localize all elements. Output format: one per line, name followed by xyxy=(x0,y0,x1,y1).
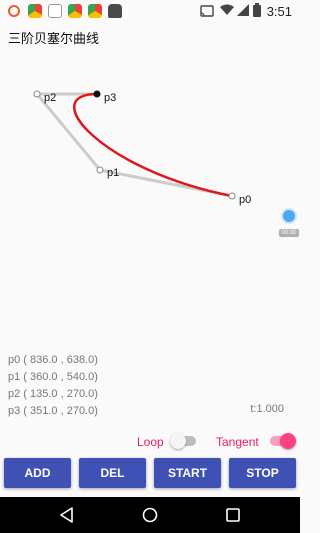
back-icon[interactable] xyxy=(58,506,76,524)
curve-end-marker xyxy=(93,90,101,98)
add-button[interactable]: ADD xyxy=(4,458,71,488)
point-label-p0: p0 xyxy=(239,194,251,206)
control-point-p1[interactable] xyxy=(96,166,104,174)
control-polygon xyxy=(33,92,233,198)
floating-ball-label: 00:00 xyxy=(279,229,299,237)
control-point-p2[interactable] xyxy=(33,90,41,98)
chrome-icon xyxy=(28,4,42,18)
loop-label: Loop xyxy=(137,435,164,449)
status-bar: 3:51 xyxy=(0,0,300,24)
navigation-bar xyxy=(0,497,300,533)
coord-p2: p2 ( 135.0 , 270.0) xyxy=(8,388,98,400)
white-square-icon xyxy=(48,4,62,18)
tangent-switch[interactable] xyxy=(270,433,296,449)
battery-icon xyxy=(253,3,261,17)
coordinates-list: p0 ( 836.0 , 638.0) p1 ( 360.0 , 540.0) … xyxy=(8,352,98,420)
chrome-icon xyxy=(88,4,102,18)
point-label-p1: p1 xyxy=(107,167,119,179)
home-icon[interactable] xyxy=(141,506,159,524)
control-point-p0[interactable] xyxy=(228,192,236,200)
cast-icon xyxy=(200,5,214,17)
bezier-canvas[interactable]: p0 p1 p2 p3 xyxy=(0,48,300,340)
status-time: 3:51 xyxy=(266,4,292,19)
start-button[interactable]: START xyxy=(154,458,221,488)
tangent-switch-thumb xyxy=(280,433,296,449)
page-title: 三阶贝塞尔曲线 xyxy=(8,31,100,46)
coord-p0: p0 ( 836.0 , 638.0) xyxy=(8,354,98,366)
android-icon xyxy=(108,4,122,18)
point-label-p3: p3 xyxy=(104,92,116,104)
loop-switch-thumb xyxy=(170,433,186,449)
tangent-label: Tangent xyxy=(216,435,259,449)
loop-switch[interactable] xyxy=(170,433,196,449)
point-label-p2: p2 xyxy=(44,92,56,104)
wifi-icon xyxy=(220,4,234,15)
signal-icon xyxy=(237,4,249,16)
coord-p3: p3 ( 351.0 , 270.0) xyxy=(8,405,98,417)
stop-button[interactable]: STOP xyxy=(229,458,296,488)
chrome-icon xyxy=(68,4,82,18)
coord-p1: p1 ( 360.0 , 540.0) xyxy=(8,371,98,383)
recents-icon[interactable] xyxy=(225,507,241,523)
android-icon xyxy=(8,5,20,17)
t-value: t:1.000 xyxy=(250,403,284,415)
del-button[interactable]: DEL xyxy=(79,458,146,488)
floating-ball-icon[interactable] xyxy=(281,208,297,224)
